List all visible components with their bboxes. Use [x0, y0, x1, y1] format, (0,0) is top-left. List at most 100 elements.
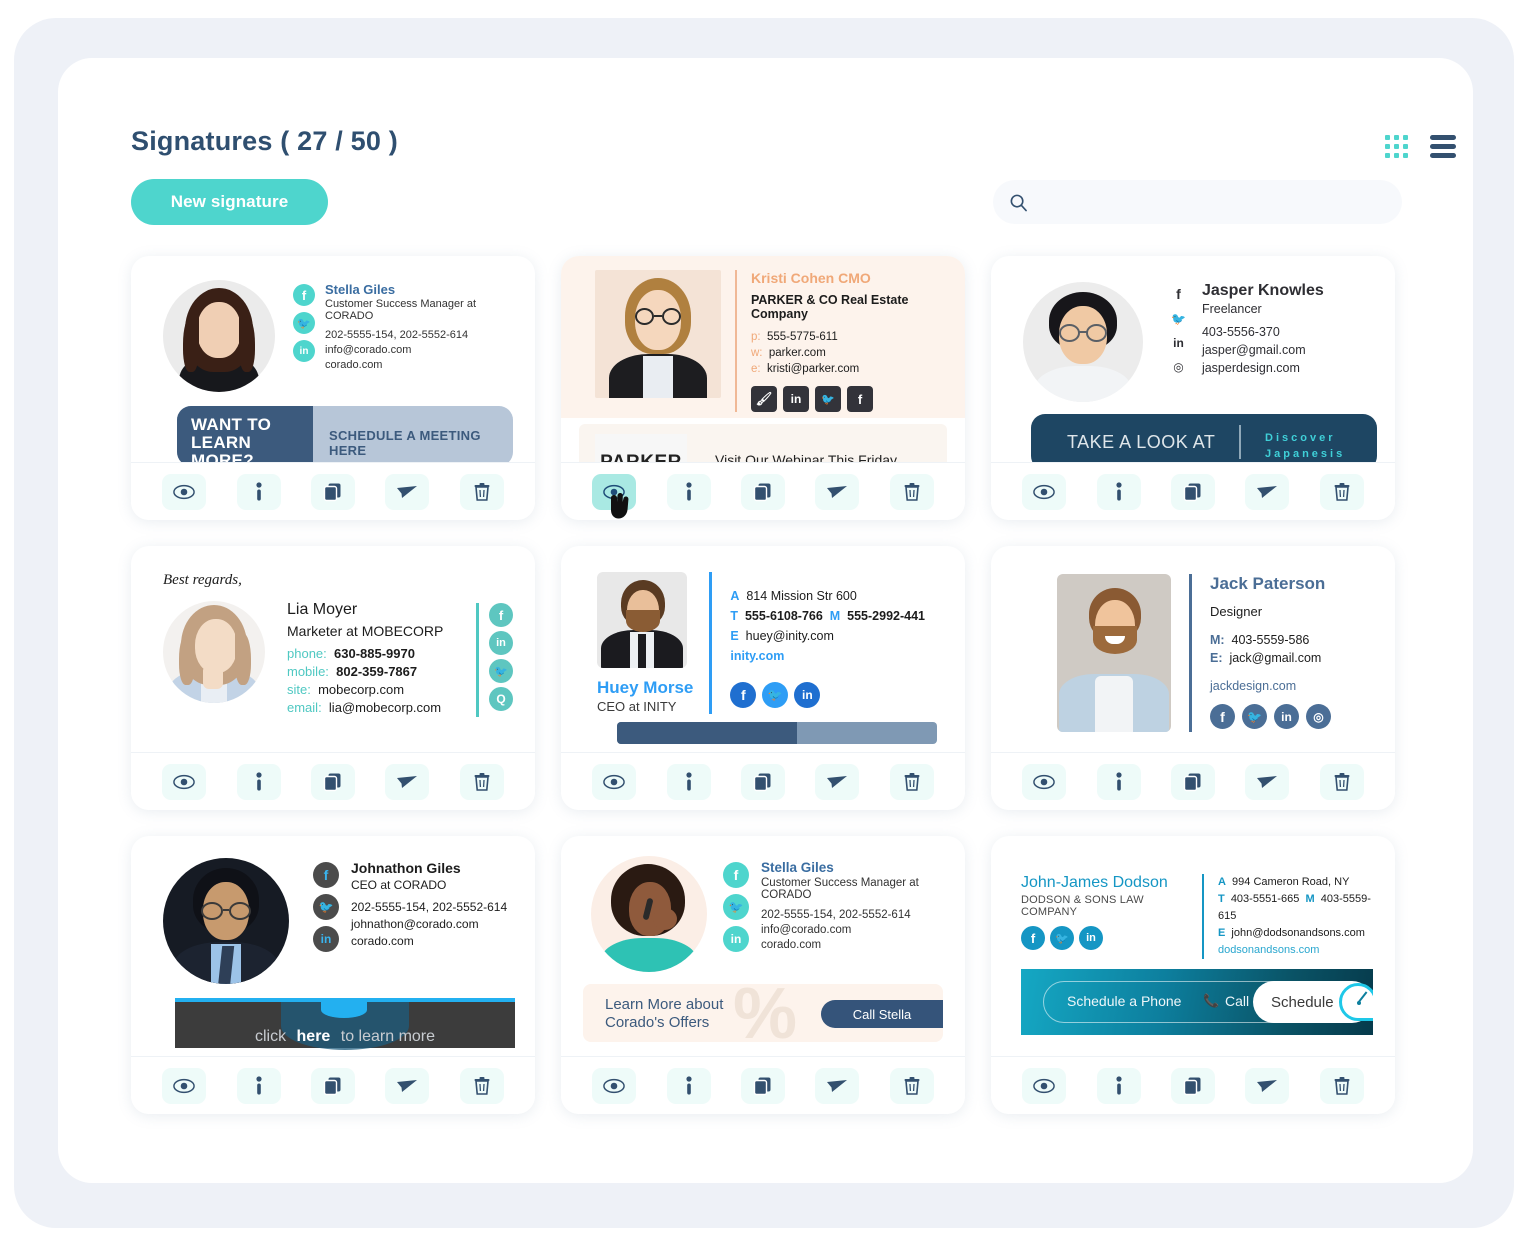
info-button[interactable] [666, 1067, 711, 1104]
signature-email: info@corado.com [325, 344, 412, 356]
linkedin-icon[interactable]: in [723, 926, 749, 952]
call-stella-button[interactable]: Call Stella [821, 1000, 943, 1028]
send-button[interactable] [385, 1067, 430, 1104]
linkedin-icon[interactable]: in [489, 631, 513, 655]
facebook-icon[interactable]: f [293, 284, 315, 306]
facebook-icon[interactable]: f [313, 862, 339, 888]
banner-watermark: % [733, 984, 798, 1042]
info-button[interactable] [236, 1067, 281, 1104]
preview-button[interactable] [592, 763, 637, 800]
signature-card[interactable]: Best regards, Lia Moyer Marketer at MOBE… [131, 546, 535, 810]
info-button[interactable] [1096, 1067, 1141, 1104]
list-view-icon[interactable] [1430, 135, 1456, 158]
preview-button[interactable] [592, 473, 637, 510]
send-button[interactable] [385, 763, 430, 800]
delete-button[interactable] [889, 1067, 934, 1104]
new-signature-button[interactable]: New signature [131, 179, 328, 225]
preview-button[interactable] [1022, 473, 1067, 510]
delete-button[interactable] [1319, 473, 1364, 510]
info-button[interactable] [1096, 763, 1141, 800]
twitter-icon[interactable]: 🐦 [762, 682, 789, 708]
duplicate-button[interactable] [1170, 473, 1215, 510]
linkedin-icon[interactable]: in [1274, 704, 1299, 729]
quora-icon[interactable]: Q [489, 687, 513, 711]
preview-button[interactable] [1022, 763, 1067, 800]
instagram-icon[interactable]: ◎ [1306, 704, 1331, 729]
label-mobile: mobile: [287, 664, 329, 679]
twitter-icon[interactable]: 🐦 [815, 386, 841, 412]
duplicate-button[interactable] [1170, 1067, 1215, 1104]
preview-button[interactable] [162, 473, 207, 510]
preview-button[interactable] [1022, 1067, 1067, 1104]
signature-card[interactable]: Kristi Cohen CMO PARKER & CO Real Estate… [561, 256, 965, 520]
signature-email: kristi@parker.com [766, 363, 860, 375]
signature-card[interactable]: Huey Morse CEO at INITY A 814 Mission St… [561, 546, 965, 810]
facebook-icon[interactable]: f [1176, 286, 1181, 302]
signature-card[interactable]: f 🐦 in Stella Giles Customer Success Man… [131, 256, 535, 520]
search-bar[interactable] [993, 180, 1402, 224]
info-button[interactable] [236, 763, 281, 800]
linkedin-icon[interactable]: in [794, 682, 821, 708]
delete-button[interactable] [889, 473, 934, 510]
behance-icon[interactable]: 🖌 [751, 386, 777, 412]
signature-card[interactable]: f 🐦 in ◎ Jasper Knowles Freelancer 403-5… [991, 256, 1395, 520]
duplicate-button[interactable] [740, 1067, 785, 1104]
signature-card[interactable]: Jack Paterson Designer M: 403-5559-586 E… [991, 546, 1395, 810]
duplicate-button[interactable] [310, 1067, 355, 1104]
delete-button[interactable] [459, 473, 504, 510]
signature-company: DODSON & SONS LAW COMPANY [1021, 894, 1144, 918]
signature-email: johnathon@corado.com [351, 917, 479, 931]
preview-button[interactable] [592, 1067, 637, 1104]
duplicate-button[interactable] [310, 473, 355, 510]
linkedin-icon[interactable]: in [1079, 926, 1103, 950]
grid-view-icon[interactable] [1385, 135, 1408, 158]
send-button[interactable] [385, 473, 430, 510]
duplicate-button[interactable] [740, 763, 785, 800]
search-input[interactable] [1038, 194, 1386, 210]
facebook-icon[interactable]: f [847, 386, 873, 412]
facebook-icon[interactable]: f [723, 862, 749, 888]
send-button[interactable] [815, 473, 860, 510]
facebook-icon[interactable]: f [489, 603, 513, 627]
delete-button[interactable] [459, 1067, 504, 1104]
twitter-icon[interactable]: 🐦 [723, 894, 749, 920]
linkedin-icon[interactable]: in [783, 386, 809, 412]
signature-email: huey@inity.com [745, 629, 834, 643]
twitter-icon[interactable]: 🐦 [489, 659, 513, 683]
duplicate-button[interactable] [310, 763, 355, 800]
send-button[interactable] [1245, 473, 1290, 510]
signature-phone: 555-6108-766 [744, 609, 823, 623]
card-action-bar [131, 1056, 535, 1114]
send-button[interactable] [815, 763, 860, 800]
preview-button[interactable] [162, 1067, 207, 1104]
send-button[interactable] [1245, 1067, 1290, 1104]
facebook-icon[interactable]: f [1210, 704, 1235, 729]
info-button[interactable] [666, 473, 711, 510]
send-button[interactable] [1245, 763, 1290, 800]
delete-button[interactable] [459, 763, 504, 800]
info-button[interactable] [666, 763, 711, 800]
duplicate-button[interactable] [1170, 763, 1215, 800]
signature-card[interactable]: f 🐦 in Johnathon Giles CEO at CORADO 202… [131, 836, 535, 1114]
twitter-icon[interactable]: 🐦 [1171, 312, 1186, 326]
instagram-icon[interactable]: ◎ [1173, 360, 1183, 374]
info-button[interactable] [1096, 473, 1141, 510]
twitter-icon[interactable]: 🐦 [293, 312, 315, 334]
info-button[interactable] [236, 473, 281, 510]
twitter-icon[interactable]: 🐦 [1050, 926, 1074, 950]
delete-button[interactable] [1319, 1067, 1364, 1104]
facebook-icon[interactable]: f [1021, 926, 1045, 950]
linkedin-icon[interactable]: in [313, 926, 339, 952]
signature-card[interactable]: John-James Dodson DODSON & SONS LAW COMP… [991, 836, 1395, 1114]
preview-button[interactable] [162, 763, 207, 800]
duplicate-button[interactable] [740, 473, 785, 510]
linkedin-icon[interactable]: in [293, 340, 315, 362]
delete-button[interactable] [1319, 763, 1364, 800]
linkedin-icon[interactable]: in [1173, 336, 1184, 350]
send-button[interactable] [815, 1067, 860, 1104]
delete-button[interactable] [889, 763, 934, 800]
twitter-icon[interactable]: 🐦 [1242, 704, 1267, 729]
twitter-icon[interactable]: 🐦 [313, 894, 339, 920]
facebook-icon[interactable]: f [730, 682, 757, 708]
signature-card[interactable]: f 🐦 in Stella Giles Customer Success Man… [561, 836, 965, 1114]
